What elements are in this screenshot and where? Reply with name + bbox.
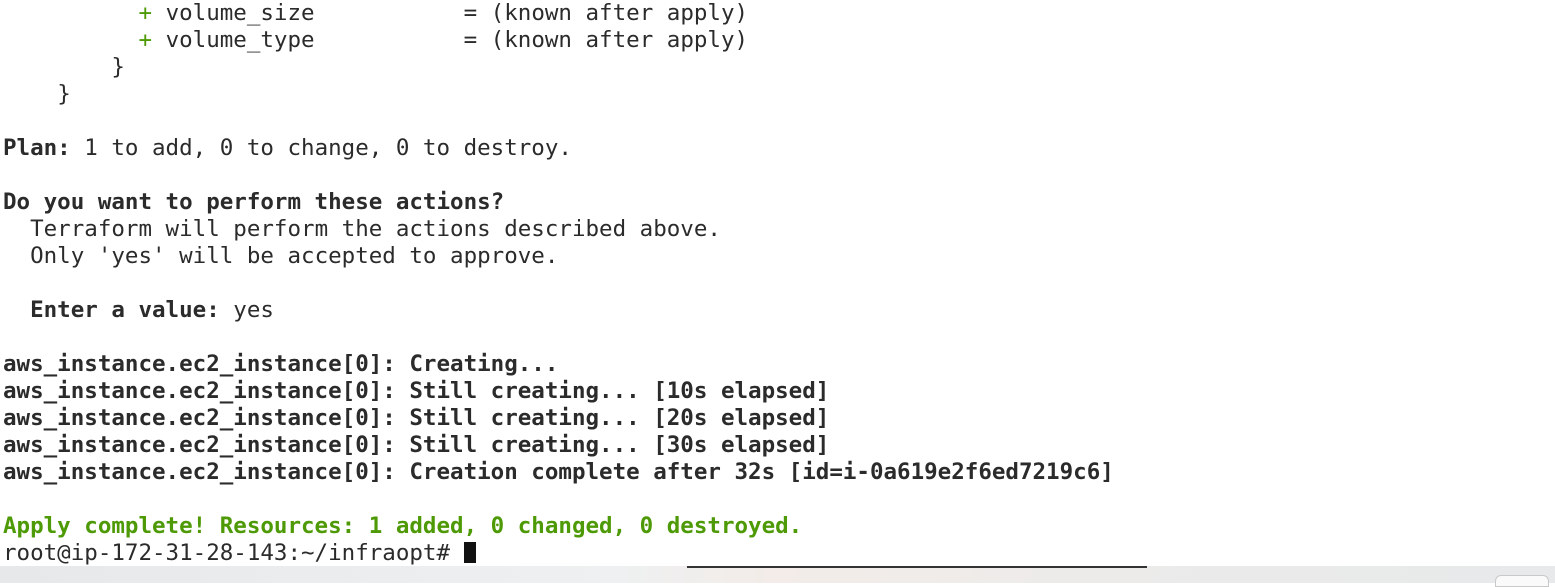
create-status-line: aws_instance.ec2_instance[0]: Still crea… [3,405,830,431]
confirm-info-text: Only 'yes' will be accepted to approve. [30,243,559,269]
confirm-info: Only 'yes' will be accepted to approve. [3,243,558,270]
terminal-line: } [3,81,71,108]
attribute-value: = (known after apply) [463,27,749,53]
text-cursor [463,542,476,563]
plan-summary: Plan: 1 to add, 0 to change, 0 to destro… [3,135,572,162]
shell-prompt-line[interactable]: root@ip-172-31-28-143:~/infraopt# [3,540,476,567]
terminal-line: + volume_size = (known after apply) [3,0,748,27]
enter-value-label: Enter a value: [30,297,220,323]
window-edge-bar [687,566,1147,568]
confirm-info-text: Terraform will perform the actions descr… [30,216,721,242]
enter-value-input: yes [233,297,274,323]
confirm-question: Do you want to perform these actions? [3,189,505,215]
create-status-line: aws_instance.ec2_instance[0]: Still crea… [3,432,830,458]
terminal-line: + volume_type = (known after apply) [3,27,748,54]
apply-complete-message: Apply complete! Resources: 1 added, 0 ch… [3,513,803,539]
create-status-line: aws_instance.ec2_instance[0]: Creating..… [3,351,559,377]
create-status-line: aws_instance.ec2_instance[0]: Creation c… [3,459,1114,485]
enter-value-line: Enter a value: yes [3,297,274,324]
taskbar-strip [0,566,1555,583]
closing-brace: } [111,54,125,80]
create-status-line: aws_instance.ec2_instance[0]: Still crea… [3,378,830,404]
plan-text: 1 to add, 0 to change, 0 to destroy. [84,135,572,161]
plus-sign: + [138,27,153,53]
terminal-line: } [3,54,125,81]
closing-brace: } [57,81,71,107]
attribute-value: = (known after apply) [463,0,749,26]
attribute-key: volume_size [165,0,315,26]
confirm-info: Terraform will perform the actions descr… [3,216,721,243]
shell-prompt: root@ip-172-31-28-143:~/infraopt# [3,540,451,566]
corner-widget[interactable] [1495,575,1549,587]
attribute-key: volume_type [165,27,315,53]
terminal-output[interactable]: + volume_size = (known after apply) + vo… [0,0,1555,566]
plan-label: Plan: [3,135,71,161]
plus-sign: + [138,0,153,26]
